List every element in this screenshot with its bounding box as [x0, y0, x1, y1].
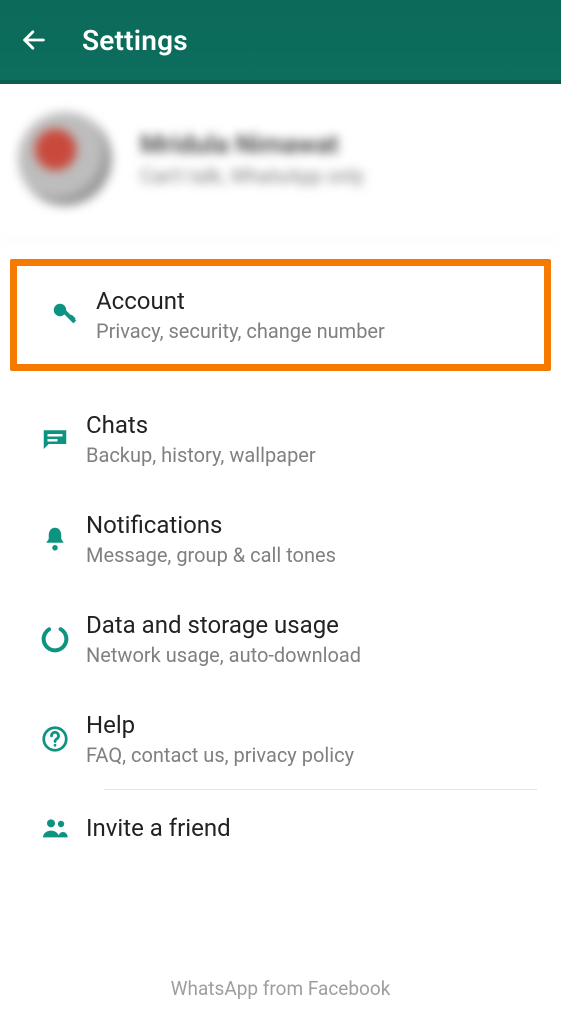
item-title: Invite a friend — [86, 814, 543, 842]
profile-status: Can't talk, WhatsApp only — [140, 164, 364, 188]
people-icon — [39, 812, 71, 844]
profile-name: Mridula Nimawat — [140, 130, 364, 160]
settings-item-account[interactable]: Account Privacy, security, change number — [10, 259, 551, 371]
settings-list: Account Privacy, security, change number… — [0, 241, 561, 866]
settings-item-help[interactable]: Help FAQ, contact us, privacy policy — [0, 689, 561, 789]
app-bar: Settings — [0, 0, 561, 84]
avatar — [18, 112, 112, 206]
help-icon — [40, 724, 70, 754]
footer-text: WhatsApp from Facebook — [0, 977, 561, 1024]
chat-icon — [40, 424, 70, 454]
page-title: Settings — [82, 24, 188, 57]
item-subtitle: Backup, history, wallpaper — [86, 443, 543, 467]
item-title: Account — [96, 287, 533, 315]
data-usage-icon — [39, 623, 71, 655]
item-title: Chats — [86, 411, 543, 439]
item-subtitle: Message, group & call tones — [86, 543, 543, 567]
item-title: Help — [86, 711, 543, 739]
settings-item-invite[interactable]: Invite a friend — [0, 790, 561, 866]
settings-item-data[interactable]: Data and storage usage Network usage, au… — [0, 589, 561, 689]
item-title: Data and storage usage — [86, 611, 543, 639]
back-button[interactable] — [14, 20, 54, 60]
item-subtitle: Privacy, security, change number — [96, 319, 533, 343]
bell-icon — [40, 524, 70, 554]
key-icon — [50, 300, 80, 330]
settings-item-notifications[interactable]: Notifications Message, group & call tone… — [0, 489, 561, 589]
profile-row[interactable]: Mridula Nimawat Can't talk, WhatsApp onl… — [0, 84, 561, 241]
arrow-back-icon — [20, 26, 48, 54]
item-subtitle: Network usage, auto-download — [86, 643, 543, 667]
settings-item-chats[interactable]: Chats Backup, history, wallpaper — [0, 389, 561, 489]
item-title: Notifications — [86, 511, 543, 539]
item-subtitle: FAQ, contact us, privacy policy — [86, 743, 543, 767]
